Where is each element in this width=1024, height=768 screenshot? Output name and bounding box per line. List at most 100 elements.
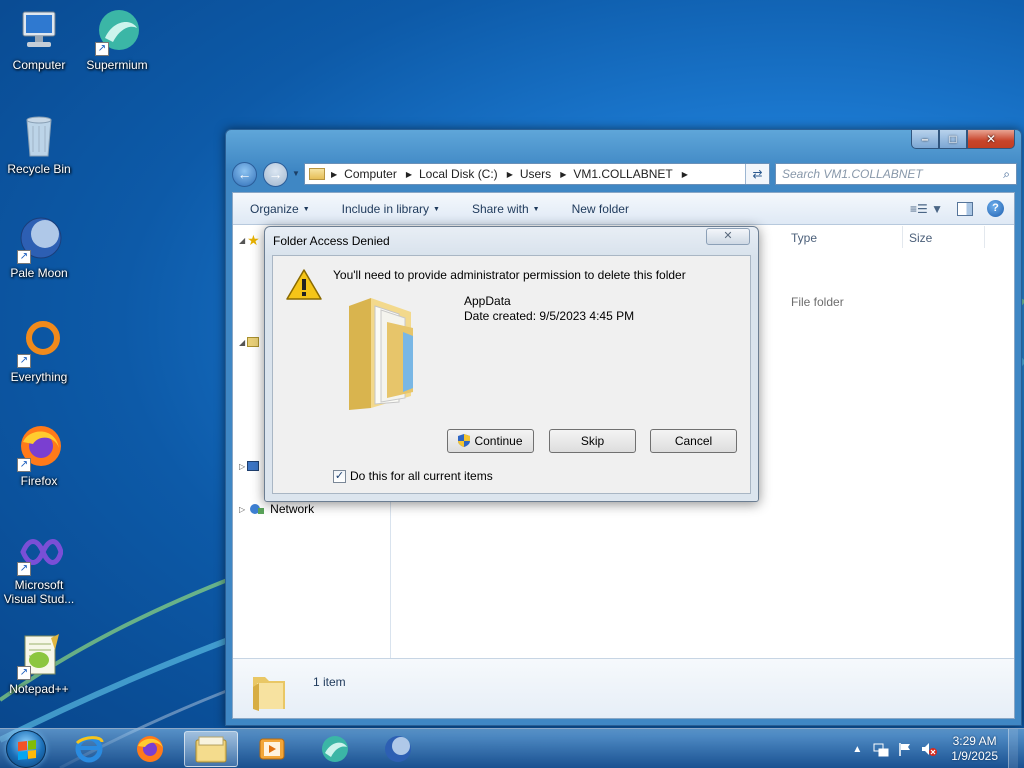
- visual-studio-icon: ↗: [15, 528, 64, 576]
- desktop-icon-label: Supermium: [86, 58, 148, 72]
- network-icon[interactable]: [873, 741, 889, 757]
- warning-icon: [286, 269, 322, 300]
- nav-libraries[interactable]: ◢: [239, 337, 260, 347]
- desktop-icon-label: Computer: [12, 58, 66, 72]
- taskbar-internet-explorer[interactable]: [62, 731, 116, 767]
- close-button[interactable]: ✕: [967, 130, 1015, 149]
- favorites-star-icon: ★: [247, 232, 260, 248]
- command-bar-right: ≡☰ ▼ ?: [910, 200, 1004, 217]
- organize-menu[interactable]: Organize ▼: [233, 202, 325, 216]
- firefox-icon: ↗: [15, 424, 63, 472]
- include-in-library-label: Include in library: [341, 201, 430, 216]
- preview-pane-icon[interactable]: [957, 201, 973, 216]
- maximize-button[interactable]: □: [939, 130, 967, 149]
- shortcut-arrow-icon: ↗: [17, 250, 31, 264]
- desktop-icon-computer[interactable]: Computer: [1, 8, 77, 72]
- search-input[interactable]: Search VM1.COLLABNET ⌕: [775, 163, 1017, 185]
- continue-button[interactable]: Continue: [447, 429, 534, 453]
- desktop-icon-label: Microsoft Visual Stud...: [3, 578, 75, 606]
- desktop-icon-label: Firefox: [20, 474, 58, 488]
- media-player-icon: [259, 738, 285, 760]
- shortcut-arrow-icon: ↗: [17, 562, 31, 576]
- apply-to-all-label[interactable]: Do this for all current items: [350, 469, 493, 483]
- breadcrumb-separator-icon[interactable]: ▶: [406, 170, 412, 179]
- supermium-icon: ↗: [93, 8, 141, 56]
- breadcrumb-separator-icon[interactable]: ▶: [682, 170, 688, 179]
- new-folder-button[interactable]: New folder: [555, 202, 644, 216]
- taskbar-firefox[interactable]: [123, 731, 177, 767]
- include-in-library-menu[interactable]: Include in library ▼: [325, 202, 455, 216]
- chevron-down-icon: ▼: [302, 205, 310, 213]
- volume-muted-icon[interactable]: [921, 741, 938, 757]
- desktop-icon-everything[interactable]: ↗ Everything: [1, 320, 77, 384]
- breadcrumb-separator-icon[interactable]: ▶: [560, 170, 566, 179]
- desktop-icon-notepad-plus-plus[interactable]: ↗ Notepad++: [1, 632, 77, 696]
- breadcrumb-separator-icon[interactable]: ▶: [507, 170, 513, 179]
- folder-icon: [349, 298, 413, 410]
- item-count: 1 item: [313, 675, 346, 689]
- organize-label: Organize: [250, 201, 299, 216]
- taskbar-windows-explorer[interactable]: [184, 731, 238, 767]
- share-with-label: Share with: [471, 201, 529, 216]
- expand-arrow-icon[interactable]: ◢: [239, 236, 245, 245]
- desktop-icon-pale-moon[interactable]: ↗ Pale Moon: [1, 216, 77, 280]
- start-button[interactable]: [6, 730, 46, 768]
- cancel-button[interactable]: Cancel: [650, 429, 737, 453]
- breadcrumb-users[interactable]: Users: [520, 167, 551, 181]
- file-type-cell[interactable]: File folder: [791, 295, 844, 309]
- help-icon[interactable]: ?: [987, 200, 1004, 217]
- column-separator: [902, 226, 903, 248]
- skip-button[interactable]: Skip: [549, 429, 636, 453]
- refresh-button[interactable]: ⇄: [745, 164, 769, 184]
- breadcrumb-separator-icon[interactable]: ▶: [331, 170, 337, 179]
- expand-arrow-icon[interactable]: ▷: [239, 505, 245, 514]
- change-view-icon[interactable]: ≡☰ ▼: [910, 202, 943, 216]
- dialog-message: You'll need to provide administrator per…: [333, 268, 686, 282]
- desktop-icon-visual-studio[interactable]: ↗ Microsoft Visual Stud...: [1, 528, 77, 606]
- file-date-created: Date created: 9/5/2023 4:45 PM: [464, 309, 635, 323]
- system-tray: ▲ 3:29 AM 1/9/2025: [849, 729, 1018, 768]
- action-center-flag-icon[interactable]: [897, 741, 913, 757]
- expand-arrow-icon[interactable]: ▷: [239, 462, 245, 471]
- show-desktop-button[interactable]: [1008, 729, 1018, 768]
- desktop-icon-firefox[interactable]: ↗ Firefox: [1, 424, 77, 488]
- apply-to-all-checkbox[interactable]: ✓: [333, 469, 346, 483]
- search-icon[interactable]: ⌕: [1003, 164, 1010, 184]
- column-type[interactable]: Type: [791, 231, 817, 245]
- clock-date: 1/9/2025: [951, 749, 998, 763]
- share-with-menu[interactable]: Share with ▼: [455, 202, 555, 216]
- dialog-close-button[interactable]: ✕: [706, 228, 750, 245]
- network-icon: [250, 504, 265, 514]
- computer-icon: [15, 8, 63, 56]
- column-size[interactable]: Size: [909, 231, 932, 245]
- taskbar-pale-moon[interactable]: [371, 731, 425, 767]
- nav-favorites[interactable]: ◢ ★: [239, 232, 260, 249]
- taskbar: ▲ 3:29 AM 1/9/2025: [0, 728, 1024, 768]
- desktop-icon-recycle-bin[interactable]: Recycle Bin: [1, 112, 77, 176]
- forward-button[interactable]: →: [263, 162, 288, 187]
- shortcut-arrow-icon: ↗: [17, 458, 31, 472]
- nav-computer[interactable]: ▷: [239, 461, 260, 471]
- firefox-icon: [137, 736, 163, 762]
- expand-arrow-icon[interactable]: ◢: [239, 338, 245, 347]
- recent-pages-dropdown[interactable]: ▼: [292, 169, 300, 178]
- libraries-icon: [247, 337, 260, 347]
- taskbar-supermium[interactable]: [308, 731, 362, 767]
- breadcrumb-local-disk[interactable]: Local Disk (C:): [419, 167, 498, 181]
- window-controls: – □ ✕: [911, 130, 1015, 149]
- nav-network-label: Network: [270, 502, 315, 516]
- back-button[interactable]: ←: [232, 162, 257, 187]
- system-clock[interactable]: 3:29 AM 1/9/2025: [951, 734, 998, 764]
- breadcrumb-vm1-collabnet[interactable]: VM1.COLLABNET: [573, 167, 672, 181]
- show-hidden-icons-icon[interactable]: ▲: [849, 741, 865, 757]
- folder-icon: [253, 677, 285, 711]
- minimize-button[interactable]: –: [911, 130, 939, 149]
- desktop-icon-label: Everything: [10, 370, 68, 384]
- nav-network[interactable]: ▷ Network: [239, 502, 314, 516]
- folder-access-denied-dialog: Folder Access Denied ✕ You'll need to pr…: [264, 226, 759, 502]
- file-name: AppData: [464, 294, 511, 308]
- address-bar[interactable]: ▶ Computer ▶ Local Disk (C:) ▶ Users ▶ V…: [304, 163, 770, 185]
- taskbar-media-player[interactable]: [245, 731, 299, 767]
- desktop-icon-supermium[interactable]: ↗ Supermium: [79, 8, 155, 72]
- breadcrumb-computer[interactable]: Computer: [344, 167, 397, 181]
